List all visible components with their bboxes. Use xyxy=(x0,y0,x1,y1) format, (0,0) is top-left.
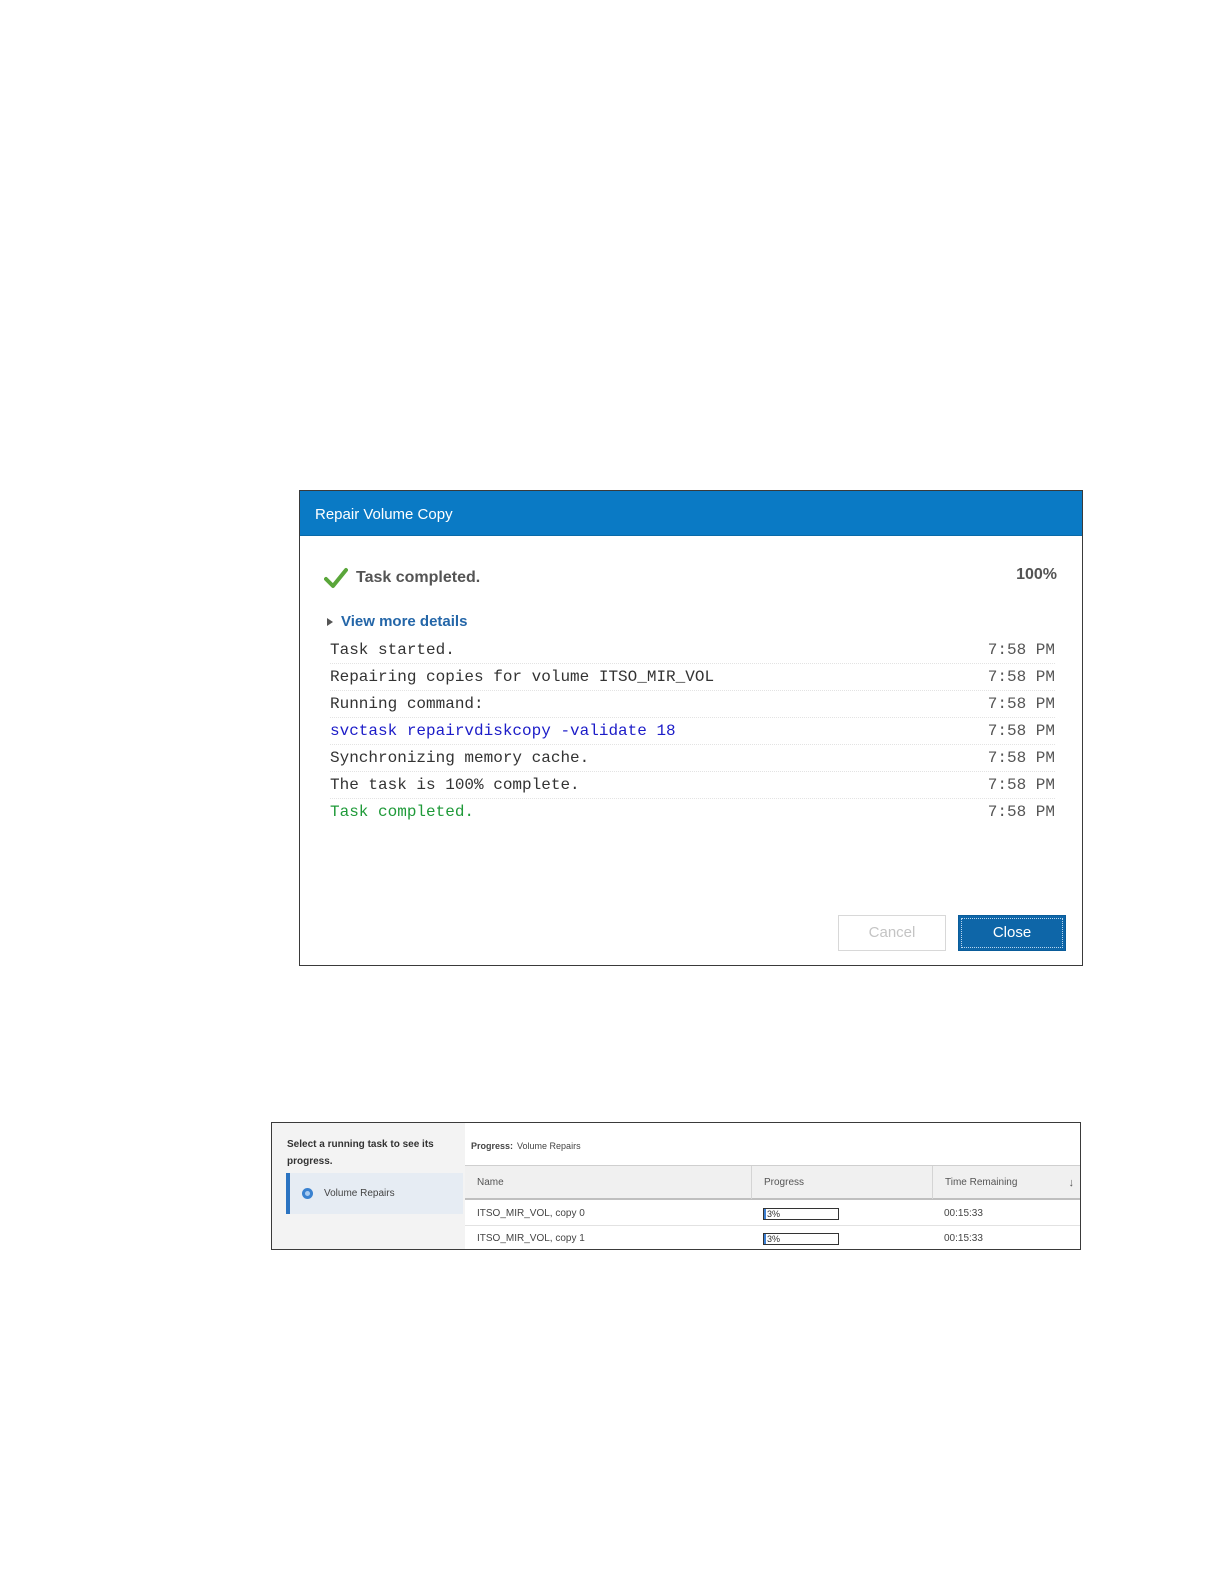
progress-title-label: Progress: xyxy=(471,1141,514,1151)
progress-title-value: Volume Repairs xyxy=(517,1141,581,1151)
close-button[interactable]: Close xyxy=(958,915,1066,951)
log-time: 7:58 PM xyxy=(987,668,1055,686)
progress-percent: 100% xyxy=(1016,566,1057,583)
view-more-details-toggle[interactable]: View more details xyxy=(327,613,467,630)
log-row: Synchronizing memory cache. 7:58 PM xyxy=(330,745,1055,772)
log-time: 7:58 PM xyxy=(987,803,1055,821)
task-list-pane: Select a running task to see its progres… xyxy=(272,1123,465,1249)
log-message: svctask repairvdiskcopy -validate 18 xyxy=(330,722,676,740)
running-task-icon xyxy=(302,1188,313,1199)
cancel-button[interactable]: Cancel xyxy=(838,915,946,951)
log-message: Repairing copies for volume ITSO_MIR_VOL xyxy=(330,668,715,686)
progress-title: Progress: Volume Repairs xyxy=(471,1141,581,1151)
log-message: Synchronizing memory cache. xyxy=(330,749,590,767)
cell-time-remaining: 00:15:33 xyxy=(944,1208,983,1219)
column-header-time-remaining-label: Time Remaining xyxy=(945,1177,1018,1188)
task-list-prompt: Select a running task to see its progres… xyxy=(287,1139,434,1167)
task-log: Task started. 7:58 PM Repairing copies f… xyxy=(330,637,1055,825)
progress-bar-fill xyxy=(764,1234,767,1244)
dialog-title: Repair Volume Copy xyxy=(300,491,1082,536)
expand-triangle-icon xyxy=(327,617,333,626)
sort-descending-icon[interactable]: ↓ xyxy=(1069,1166,1075,1200)
checkmark-icon xyxy=(324,568,348,588)
log-time: 7:58 PM xyxy=(987,776,1055,794)
view-more-details-label[interactable]: View more details xyxy=(341,613,467,630)
log-row: Running command: 7:58 PM xyxy=(330,691,1055,718)
progress-bar: 3% xyxy=(763,1233,839,1245)
cell-time-remaining: 00:15:33 xyxy=(944,1233,983,1244)
progress-bar: 3% xyxy=(763,1208,839,1220)
cell-name: ITSO_MIR_VOL, copy 1 xyxy=(477,1233,585,1244)
column-header-name[interactable]: Name xyxy=(465,1166,751,1199)
table-row[interactable]: ITSO_MIR_VOL, copy 1 3% 00:15:33 xyxy=(465,1226,1080,1251)
column-header-time-remaining[interactable]: Time Remaining ↓ xyxy=(932,1166,1080,1199)
task-item-volume-repairs[interactable]: Volume Repairs xyxy=(286,1173,463,1214)
log-message: The task is 100% complete. xyxy=(330,776,580,794)
task-item-label: Volume Repairs xyxy=(324,1188,395,1199)
log-message: Task completed. xyxy=(330,803,475,821)
table-row[interactable]: ITSO_MIR_VOL, copy 0 3% 00:15:33 xyxy=(465,1201,1080,1226)
table-header: Name Progress Time Remaining ↓ xyxy=(465,1165,1080,1200)
repair-volume-copy-dialog: Repair Volume Copy Task completed. 100% … xyxy=(299,490,1083,966)
status-text: Task completed. xyxy=(356,569,481,586)
progress-bar-text: 3% xyxy=(767,1209,781,1219)
log-row-success: Task completed. 7:58 PM xyxy=(330,799,1055,825)
log-row-command: svctask repairvdiskcopy -validate 18 7:5… xyxy=(330,718,1055,745)
log-row: The task is 100% complete. 7:58 PM xyxy=(330,772,1055,799)
log-message: Running command: xyxy=(330,695,484,713)
progress-bar-fill xyxy=(764,1209,767,1219)
log-time: 7:58 PM xyxy=(987,722,1055,740)
log-message: Task started. xyxy=(330,641,455,659)
log-row: Repairing copies for volume ITSO_MIR_VOL… xyxy=(330,664,1055,691)
task-progress-pane: Progress: Volume Repairs Name Progress Ti… xyxy=(465,1123,1080,1249)
cell-name: ITSO_MIR_VOL, copy 0 xyxy=(477,1208,585,1219)
log-time: 7:58 PM xyxy=(987,695,1055,713)
log-time: 7:58 PM xyxy=(987,749,1055,767)
log-time: 7:58 PM xyxy=(987,641,1055,659)
progress-bar-text: 3% xyxy=(767,1234,781,1244)
task-status: Task completed. xyxy=(324,567,480,589)
column-header-progress[interactable]: Progress xyxy=(751,1166,932,1199)
running-tasks-panel: Select a running task to see its progres… xyxy=(271,1122,1081,1250)
log-row: Task started. 7:58 PM xyxy=(330,637,1055,664)
